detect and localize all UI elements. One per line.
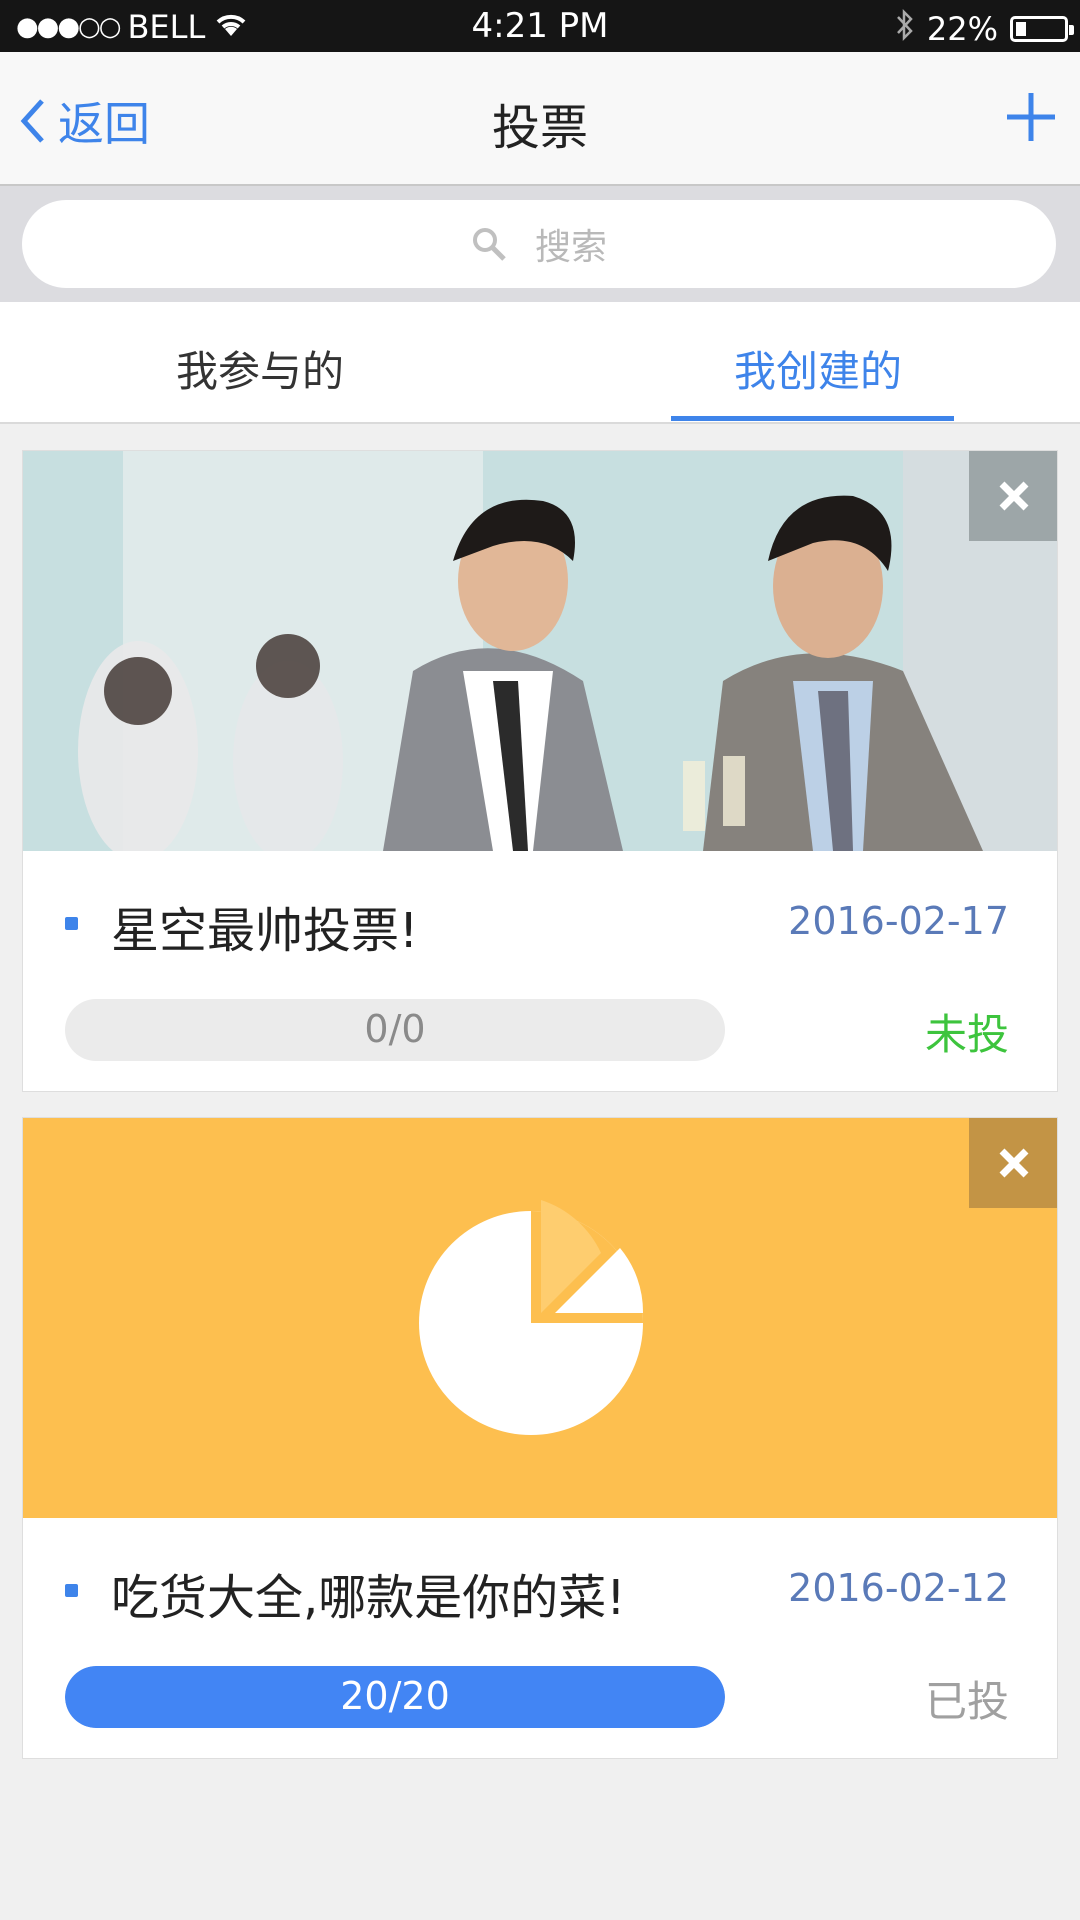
- poll-card[interactable]: 星空最帅投票! 2016-02-17 0/0 未投: [22, 450, 1058, 1092]
- bluetooth-icon: [895, 8, 915, 50]
- vote-status-badge: 未投: [924, 1010, 1009, 1059]
- add-button[interactable]: [1004, 90, 1058, 144]
- close-icon: [999, 1148, 1029, 1178]
- delete-poll-button[interactable]: [969, 1118, 1057, 1208]
- poll-card[interactable]: 吃货大全,哪款是你的菜! 2016-02-12 20/20 已投: [22, 1117, 1058, 1759]
- poll-cover-pie-chart: [23, 1118, 1057, 1518]
- battery-percent: 22%: [926, 10, 998, 48]
- search-input[interactable]: 搜索: [22, 200, 1056, 288]
- poll-cover-photo: [23, 451, 1057, 851]
- bullet-icon: [65, 917, 78, 930]
- page-title: 投票: [491, 100, 588, 156]
- vote-status-badge: 已投: [924, 1677, 1009, 1726]
- search-placeholder: 搜索: [534, 227, 607, 268]
- status-right: 22%: [895, 8, 1074, 50]
- vote-progress-bar: 20/20: [65, 1666, 725, 1728]
- status-bar: ●●●○○ BELL 4:21 PM 22%: [0, 0, 1080, 52]
- bullet-icon: [65, 1584, 78, 1597]
- battery-icon: [1010, 16, 1074, 42]
- poll-date: 2016-02-17: [788, 899, 1009, 943]
- vote-progress-text: 0/0: [364, 1007, 426, 1051]
- search-area: 搜索: [0, 186, 1080, 302]
- close-icon: [999, 481, 1029, 511]
- plus-icon: [1007, 93, 1055, 141]
- vote-progress-text: 20/20: [340, 1674, 450, 1718]
- search-icon: [472, 228, 506, 261]
- pie-chart-icon: [419, 1200, 644, 1435]
- poll-title: 星空最帅投票!: [111, 903, 419, 959]
- tab-created[interactable]: 我创建的: [734, 338, 902, 399]
- poll-title: 吃货大全,哪款是你的菜!: [111, 1570, 626, 1626]
- delete-poll-button[interactable]: [969, 451, 1057, 541]
- tab-active-indicator: [671, 416, 954, 421]
- poll-date: 2016-02-12: [788, 1566, 1009, 1610]
- vote-progress-bar: 0/0: [65, 999, 725, 1061]
- tab-joined[interactable]: 我参与的: [176, 338, 344, 399]
- navigation-bar: 返回 投票: [0, 52, 1080, 186]
- tab-bar: 我参与的 我创建的: [0, 302, 1080, 424]
